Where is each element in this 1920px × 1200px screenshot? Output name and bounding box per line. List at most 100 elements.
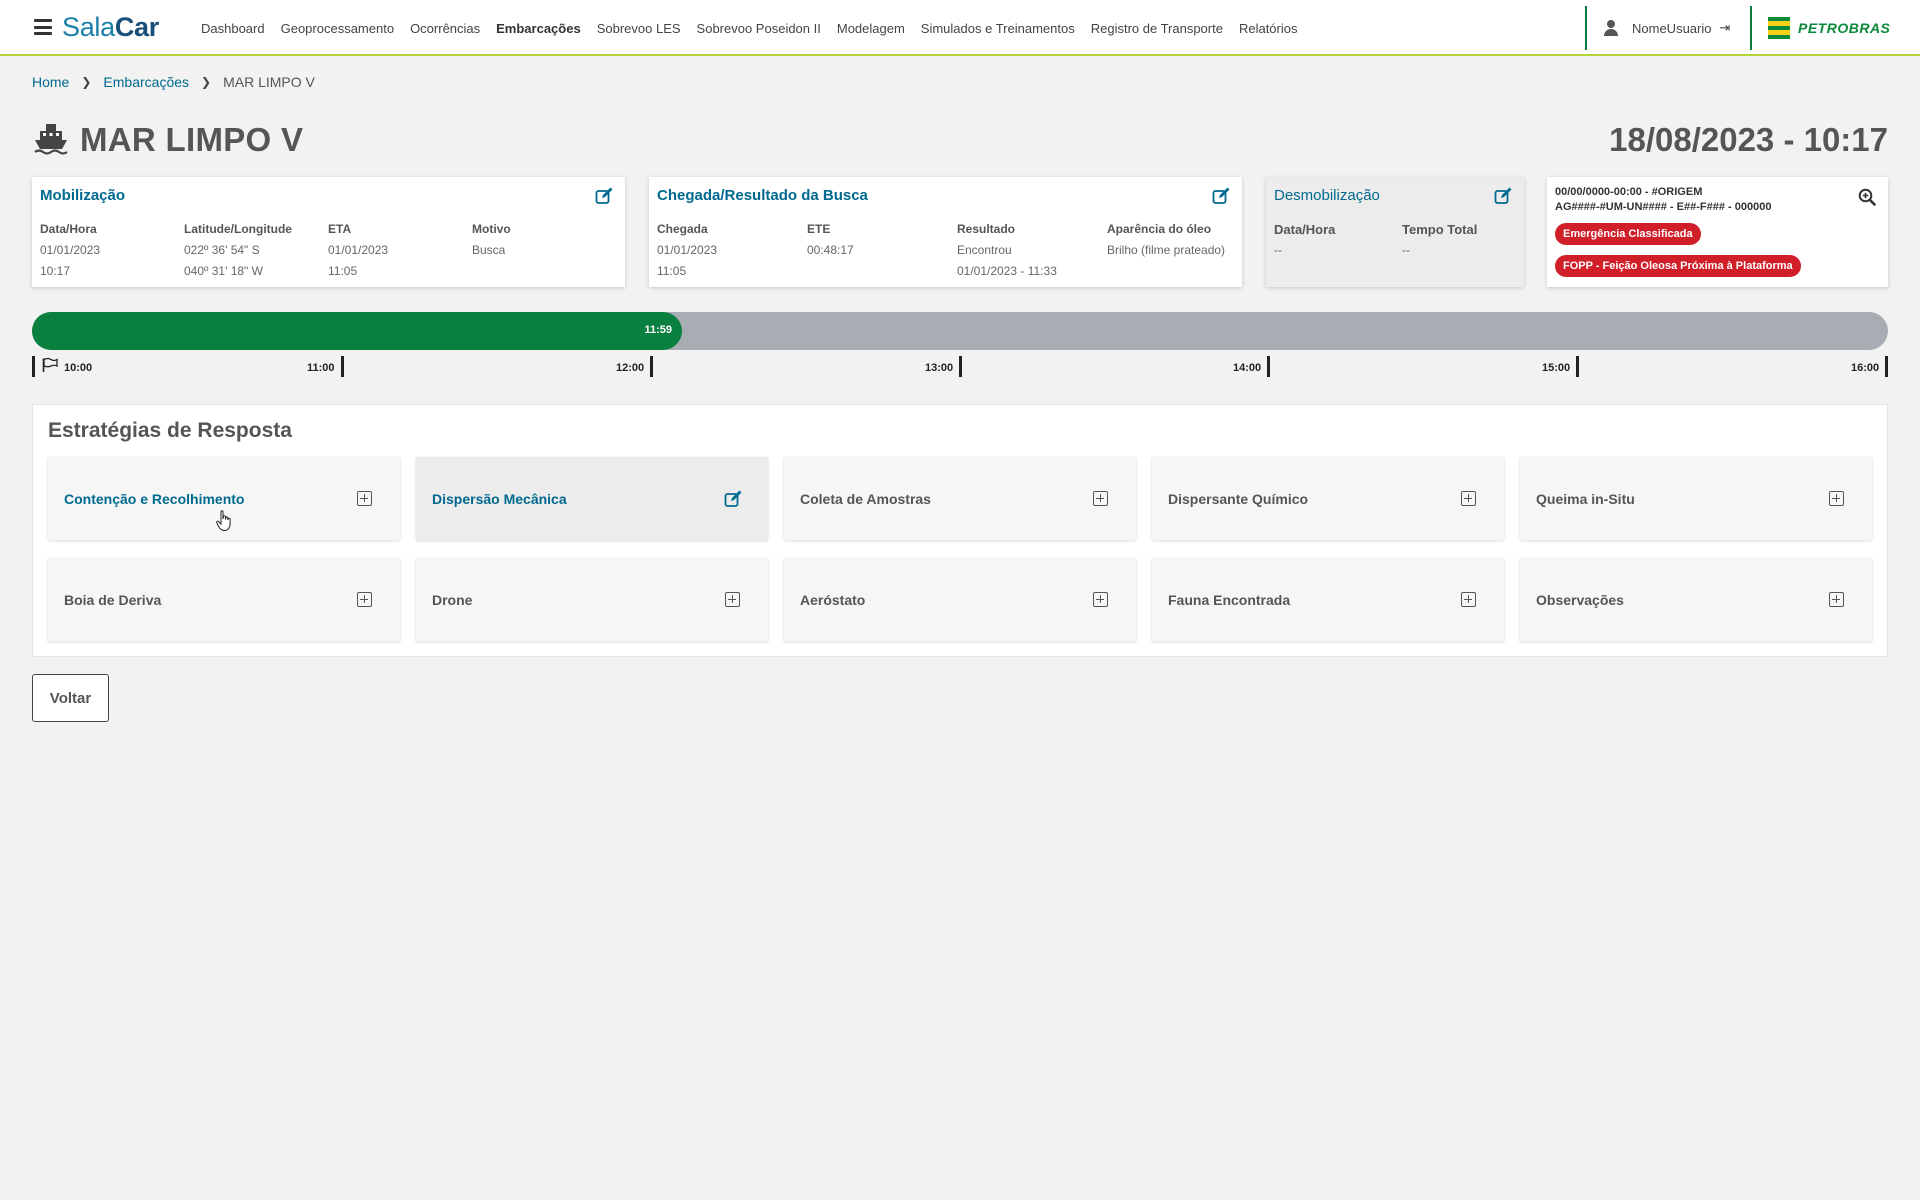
chegada-card: Chegada/Resultado da Busca Chegada 01/01…: [649, 177, 1242, 287]
breadcrumb-home[interactable]: Home: [32, 74, 69, 90]
edit-icon[interactable]: [724, 490, 742, 508]
edit-icon[interactable]: [1212, 187, 1230, 205]
field-label: Motivo: [472, 222, 511, 236]
nav-sobrevoo-poseidon[interactable]: Sobrevoo Poseidon II: [697, 21, 821, 36]
timeline-tick: [1885, 356, 1888, 377]
field-label: Data/Hora: [1274, 222, 1336, 237]
field-value: 10:17: [40, 264, 71, 278]
nav-embarcacoes[interactable]: Embarcações: [496, 21, 581, 36]
estrategias-panel: Estratégias de Resposta Contenção e Reco…: [32, 404, 1888, 657]
field-label: Data/Hora: [40, 222, 97, 236]
plus-square-icon[interactable]: [725, 592, 740, 607]
chegada-col: ETE 00:48:17: [807, 219, 854, 261]
edit-icon[interactable]: [595, 187, 613, 205]
nav-registro-transporte[interactable]: Registro de Transporte: [1091, 21, 1223, 36]
chegada-col: Chegada 01/01/2023 11:05: [657, 219, 717, 282]
nav-geoprocessamento[interactable]: Geoprocessamento: [281, 21, 394, 36]
mobilizacao-col: Latitude/Longitude 022º 36' 54" S 040º 3…: [184, 219, 292, 282]
timeline-tick: [1267, 356, 1270, 377]
strategy-tile[interactable]: Dispersante Químico: [1152, 457, 1504, 540]
timeline-tick-label: 16:00: [1851, 362, 1880, 374]
plus-square-icon[interactable]: [1461, 491, 1476, 506]
strategy-label: Boia de Deriva: [64, 592, 162, 608]
user-icon: [1604, 20, 1618, 36]
strategy-label: Coleta de Amostras: [800, 491, 931, 507]
divider: [1585, 6, 1587, 50]
field-value: 01/01/2023 - 11:33: [957, 264, 1057, 278]
field-value: 11:05: [328, 264, 358, 278]
title-row: MAR LIMPO V 18/08/2023 - 10:17: [32, 118, 1888, 164]
strategy-label: Observações: [1536, 592, 1624, 608]
divider: [1750, 6, 1752, 50]
ship-icon: [34, 124, 68, 155]
plus-square-icon[interactable]: [357, 592, 372, 607]
user-menu[interactable]: NomeUsuario ⇥: [1604, 0, 1730, 56]
plus-square-icon[interactable]: [357, 491, 372, 506]
timeline-tick: [650, 356, 653, 377]
ocorrencia-card: 00/00/0000-00:00 - #ORIGEM AG####-#UM-UN…: [1547, 177, 1888, 287]
field-label: ETE: [807, 222, 831, 236]
nav-simulados[interactable]: Simulados e Treinamentos: [921, 21, 1075, 36]
back-button[interactable]: Voltar: [32, 674, 109, 722]
strategy-tile[interactable]: Queima in-Situ: [1520, 457, 1872, 540]
desmobilizacao-col: Data/Hora --: [1274, 219, 1335, 261]
strategy-label: Contenção e Recolhimento: [64, 491, 245, 507]
strategy-label: Drone: [432, 592, 473, 608]
strategy-label: Dispersante Químico: [1168, 491, 1309, 507]
field-value: --: [1274, 243, 1282, 257]
ocorrencia-line: 00/00/0000-00:00 - #ORIGEM: [1555, 186, 1703, 198]
field-value: 01/01/2023: [40, 243, 101, 257]
field-value: 00:48:17: [807, 243, 854, 257]
strategy-tile[interactable]: Aeróstato: [784, 558, 1136, 641]
nav-modelagem[interactable]: Modelagem: [837, 21, 905, 36]
nav-ocorrencias[interactable]: Ocorrências: [410, 21, 480, 36]
strategy-tile[interactable]: Drone: [416, 558, 768, 641]
field-value: 040º 31' 18" W: [184, 264, 263, 278]
logout-icon[interactable]: ⇥: [1719, 20, 1730, 36]
logo-part-2: Car: [114, 12, 159, 42]
timeline-current-time: 11:59: [644, 324, 672, 336]
field-value: 022º 36' 54" S: [184, 243, 260, 257]
app-logo[interactable]: SalaCar: [62, 12, 159, 43]
timeline-tick: [341, 356, 344, 377]
strategy-tile[interactable]: Boia de Deriva: [48, 558, 400, 641]
nav-relatorios[interactable]: Relatórios: [1239, 21, 1298, 36]
field-label: Aparência do óleo: [1107, 222, 1212, 236]
ocorrencia-line: AG####-#UM-UN#### - E##-F### - 000000: [1555, 201, 1772, 213]
field-value: Busca: [472, 243, 506, 257]
strategy-tile[interactable]: Dispersão Mecânica: [416, 457, 768, 540]
desmobilizacao-card: Desmobilização Data/Hora -- Tempo Total …: [1266, 177, 1524, 287]
desmobilizacao-col: Tempo Total --: [1402, 219, 1477, 261]
mobilizacao-col: Data/Hora 01/01/2023 10:17: [40, 219, 100, 282]
user-name: NomeUsuario: [1632, 20, 1712, 36]
nav-dashboard[interactable]: Dashboard: [201, 21, 265, 36]
edit-icon[interactable]: [1494, 187, 1512, 205]
nav-sobrevoo-les[interactable]: Sobrevoo LES: [597, 21, 681, 36]
page-title: MAR LIMPO V: [80, 121, 304, 158]
plus-square-icon[interactable]: [1093, 491, 1108, 506]
strategy-tile[interactable]: Coleta de Amostras: [784, 457, 1136, 540]
plus-square-icon[interactable]: [1829, 491, 1844, 506]
strategy-label: Fauna Encontrada: [1168, 592, 1291, 608]
flag-icon: [42, 358, 58, 372]
field-label: ETA: [328, 222, 352, 236]
zoom-in-icon[interactable]: [1858, 188, 1876, 206]
plus-square-icon[interactable]: [1829, 592, 1844, 607]
petrobras-logo: PETROBRAS: [1768, 17, 1890, 39]
plus-square-icon[interactable]: [1093, 592, 1108, 607]
chevron-right-icon: ❯: [81, 75, 92, 89]
plus-square-icon[interactable]: [1461, 592, 1476, 607]
brand-name: PETROBRAS: [1798, 20, 1891, 36]
timeline-tick: [959, 356, 962, 377]
br-logo-icon: [1768, 17, 1790, 39]
mobilizacao-card: Mobilização Data/Hora 01/01/2023 10:17 L…: [32, 177, 625, 287]
status-badge: Emergência Classificada: [1555, 223, 1701, 245]
menu-icon[interactable]: [34, 19, 52, 35]
strategy-tile[interactable]: Fauna Encontrada: [1152, 558, 1504, 641]
breadcrumb: Home ❯ Embarcações ❯ MAR LIMPO V: [32, 74, 315, 90]
breadcrumb-embarcacoes[interactable]: Embarcações: [103, 74, 189, 90]
timeline-tick-label: 15:00: [1542, 362, 1571, 374]
current-datetime: 18/08/2023 - 10:17: [1609, 121, 1888, 158]
timeline-tick-label: 10:00: [64, 362, 93, 374]
strategy-tile[interactable]: Observações: [1520, 558, 1872, 641]
